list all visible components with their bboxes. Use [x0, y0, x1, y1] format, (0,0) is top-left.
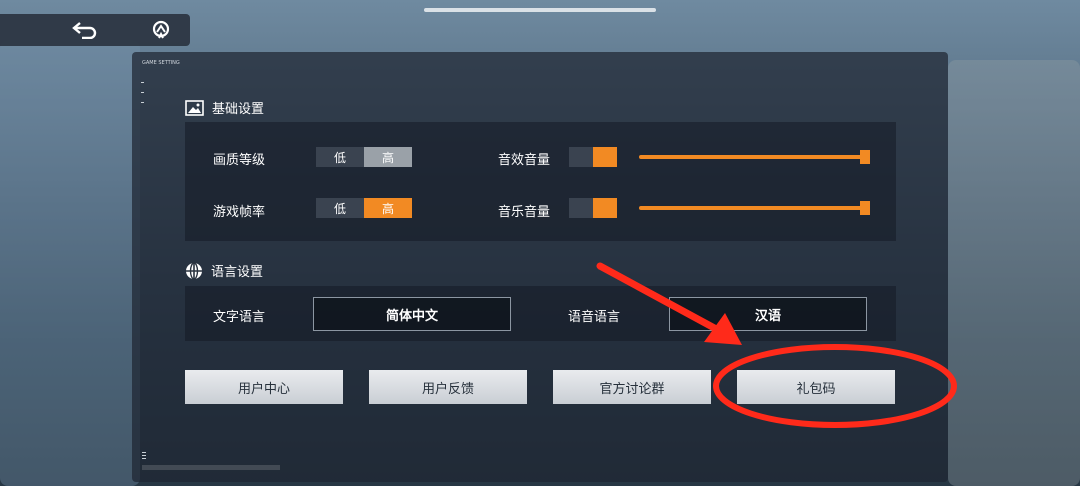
sfx-volume-label: 音效音量 — [498, 153, 551, 168]
top-left-toolbar — [0, 14, 190, 46]
side-scroll-markers — [141, 82, 145, 112]
text-language-select[interactable]: 简体中文 — [313, 297, 511, 331]
voice-language-select[interactable]: 汉语 — [669, 297, 867, 331]
quality-label: 画质等级 — [213, 153, 266, 168]
sfx-slider-thumb[interactable] — [860, 150, 870, 164]
bottom-scroll-marker — [142, 452, 146, 461]
image-icon — [185, 99, 204, 116]
framerate-toggle: 低 高 — [316, 198, 412, 218]
music-volume-slider[interactable] — [639, 206, 865, 210]
framerate-high-option[interactable]: 高 — [364, 198, 412, 218]
language-settings-title: 语言设置 — [185, 261, 263, 280]
back-button[interactable] — [60, 14, 110, 46]
quality-toggle: 低 高 — [316, 147, 412, 167]
official-group-button[interactable]: 官方讨论群 — [553, 370, 711, 404]
voice-language-label: 语音语言 — [568, 310, 621, 325]
basic-settings-title: 基础设置 — [185, 98, 264, 117]
framerate-label: 游戏帧率 — [213, 205, 266, 220]
music-slider-thumb[interactable] — [860, 201, 870, 215]
basic-settings-label: 基础设置 — [212, 102, 265, 117]
globe-icon — [186, 261, 202, 280]
text-language-label: 文字语言 — [213, 310, 266, 325]
language-settings-label: 语言设置 — [211, 265, 264, 280]
music-volume-label: 音乐音量 — [498, 205, 551, 220]
basic-settings-box — [185, 122, 896, 241]
sfx-mute-toggle[interactable] — [569, 147, 617, 167]
framerate-low-option[interactable]: 低 — [316, 198, 364, 218]
sfx-volume-slider[interactable] — [639, 155, 865, 159]
top-drag-handle[interactable] — [424, 8, 656, 12]
profile-button[interactable] — [136, 14, 186, 46]
music-mute-toggle[interactable] — [569, 198, 617, 218]
quality-high-option[interactable]: 高 — [364, 147, 412, 167]
background-scene-right — [948, 60, 1080, 486]
gift-code-button[interactable]: 礼包码 — [737, 370, 895, 404]
bottom-progress-strip — [142, 465, 280, 470]
emblem-icon — [152, 20, 170, 39]
panel-tag: GAME SETTING — [142, 60, 180, 66]
background-scene — [0, 40, 140, 486]
feedback-button[interactable]: 用户反馈 — [369, 370, 527, 404]
user-center-button[interactable]: 用户中心 — [185, 370, 343, 404]
back-arrow-icon — [72, 22, 97, 39]
quality-low-option[interactable]: 低 — [316, 147, 364, 167]
